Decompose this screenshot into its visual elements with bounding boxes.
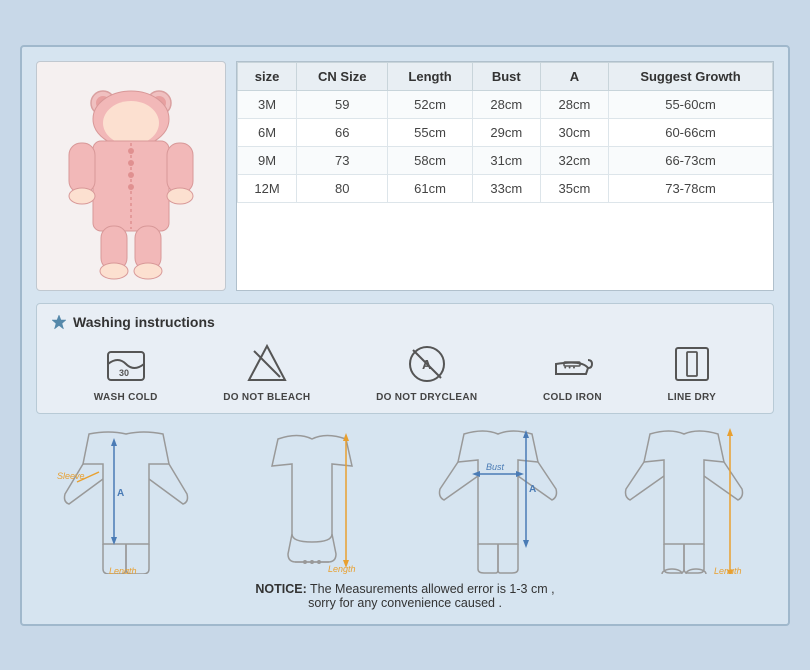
notice-label: NOTICE: <box>255 582 306 596</box>
cold-iron-label: COLD IRON <box>543 392 602 403</box>
svg-text:Length: Length <box>714 566 742 574</box>
no-dryclean-item: A DO NOT DRYCLEAN <box>376 342 477 403</box>
table-header-cell: size <box>238 62 297 90</box>
table-cell: 33cm <box>472 174 540 202</box>
no-bleach-icon <box>245 342 289 386</box>
table-cell: 55-60cm <box>609 90 773 118</box>
table-cell: 80 <box>297 174 388 202</box>
main-container: sizeCN SizeLengthBustASuggest Growth 3M5… <box>20 45 790 626</box>
washing-section: Washing instructions 30 WASH COLD DO NOT… <box>36 303 774 414</box>
top-section: sizeCN SizeLengthBustASuggest Growth 3M5… <box>36 61 774 291</box>
table-cell: 6M <box>238 118 297 146</box>
washing-icons-row: 30 WASH COLD DO NOT BLEACH A DO NOT <box>51 342 759 403</box>
diagram-length: Length <box>594 424 774 574</box>
notice-text2: sorry for any convenience caused . <box>36 596 774 610</box>
wash-cold-label: WASH COLD <box>94 392 158 403</box>
no-bleach-item: DO NOT BLEACH <box>223 342 310 403</box>
table-cell: 60-66cm <box>609 118 773 146</box>
svg-text:30: 30 <box>119 368 129 378</box>
table-row: 9M7358cm31cm32cm66-73cm <box>238 146 773 174</box>
svg-text:A: A <box>117 488 124 499</box>
line-dry-item: LINE DRY <box>667 342 716 403</box>
cold-iron-item: • • • COLD IRON <box>543 342 602 403</box>
table-cell: 55cm <box>388 118 472 146</box>
svg-text:Sleeve: Sleeve <box>57 471 85 481</box>
table-row: 3M5952cm28cm28cm55-60cm <box>238 90 773 118</box>
table-header-cell: Length <box>388 62 472 90</box>
table-cell: 73 <box>297 146 388 174</box>
diagram-onesie: Length <box>222 424 402 574</box>
diagram-bust: Bust A <box>408 424 588 574</box>
svg-text:Length: Length <box>328 564 356 574</box>
no-dryclean-label: DO NOT DRYCLEAN <box>376 392 477 403</box>
product-image <box>36 61 226 291</box>
no-dryclean-icon: A <box>405 342 449 386</box>
line-dry-label: LINE DRY <box>667 392 716 403</box>
washing-title: Washing instructions <box>51 314 759 330</box>
table-cell: 12M <box>238 174 297 202</box>
table-cell: 66-73cm <box>609 146 773 174</box>
no-bleach-label: DO NOT BLEACH <box>223 392 310 403</box>
table-cell: 35cm <box>540 174 608 202</box>
table-cell: 58cm <box>388 146 472 174</box>
table-cell: 29cm <box>472 118 540 146</box>
measurement-section: Sleeve A Length <box>36 424 774 574</box>
svg-text:A: A <box>529 484 536 495</box>
svg-text:• • •: • • • <box>564 365 576 372</box>
table-cell: 59 <box>297 90 388 118</box>
table-cell: 73-78cm <box>609 174 773 202</box>
table-header-cell: Bust <box>472 62 540 90</box>
svg-text:Length: Length <box>109 566 137 574</box>
table-row: 6M6655cm29cm30cm60-66cm <box>238 118 773 146</box>
wash-cold-item: 30 WASH COLD <box>94 342 158 403</box>
table-cell: 61cm <box>388 174 472 202</box>
table-cell: 32cm <box>540 146 608 174</box>
table-cell: 9M <box>238 146 297 174</box>
table-header-cell: CN Size <box>297 62 388 90</box>
table-cell: 31cm <box>472 146 540 174</box>
table-row: 12M8061cm33cm35cm73-78cm <box>238 174 773 202</box>
table-cell: 3M <box>238 90 297 118</box>
table-header-cell: Suggest Growth <box>609 62 773 90</box>
star-icon <box>51 314 67 330</box>
washing-title-text: Washing instructions <box>73 314 215 330</box>
svg-text:Bust: Bust <box>486 462 505 472</box>
table-header-cell: A <box>540 62 608 90</box>
line-dry-icon <box>670 342 714 386</box>
notice-section: NOTICE: The Measurements allowed error i… <box>36 582 774 610</box>
table-cell: 66 <box>297 118 388 146</box>
wash-cold-icon: 30 <box>104 342 148 386</box>
size-table: sizeCN SizeLengthBustASuggest Growth 3M5… <box>236 61 774 291</box>
table-cell: 28cm <box>540 90 608 118</box>
table-cell: 30cm <box>540 118 608 146</box>
table-cell: 28cm <box>472 90 540 118</box>
notice-text: The Measurements allowed error is 1-3 cm… <box>310 582 555 596</box>
cold-iron-icon: • • • <box>550 342 594 386</box>
table-cell: 52cm <box>388 90 472 118</box>
diagram-romper-front: Sleeve A Length <box>36 424 216 574</box>
